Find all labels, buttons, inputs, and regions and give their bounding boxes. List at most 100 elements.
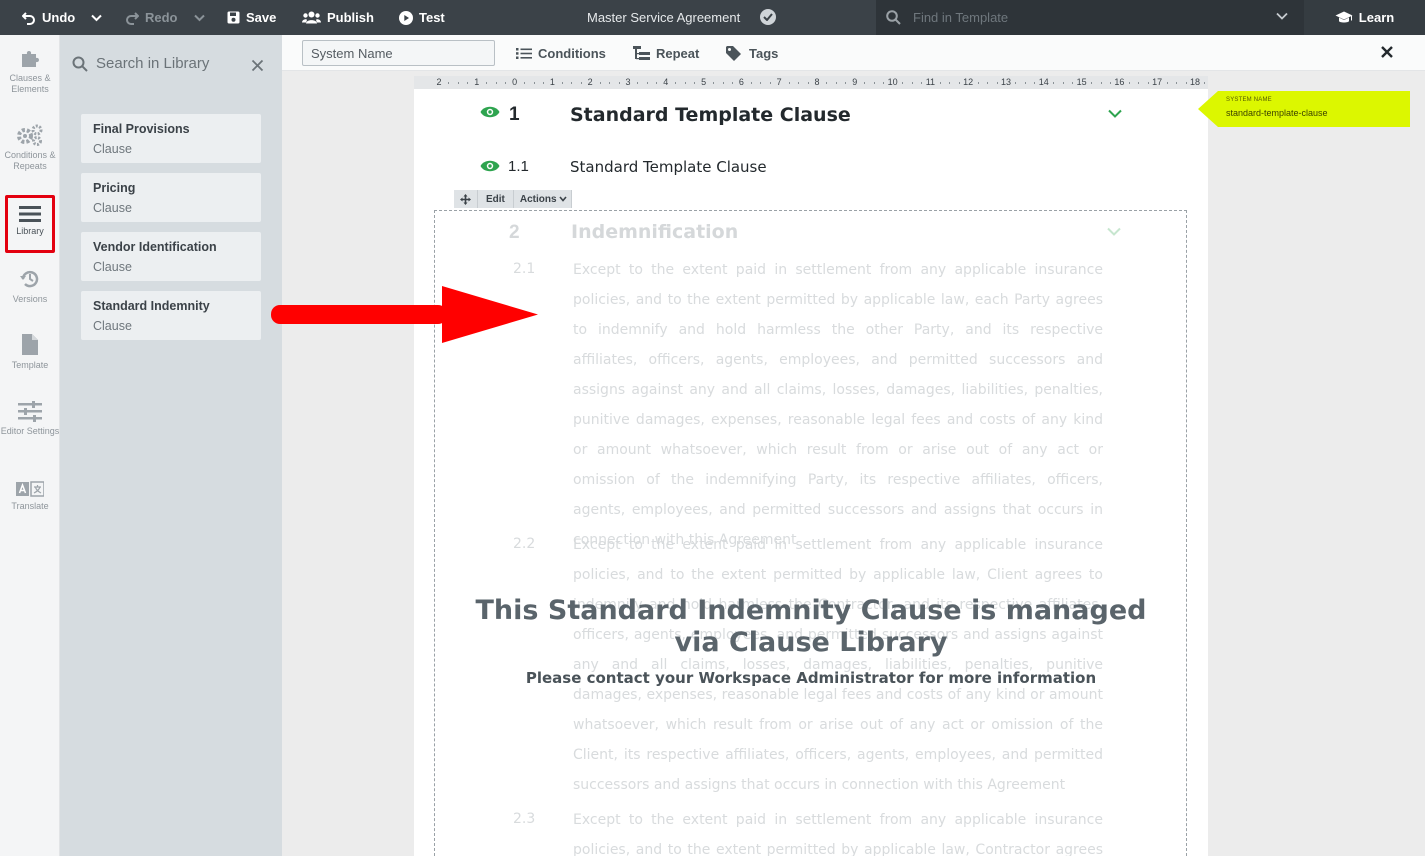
library-managed-notice-subtitle: Please contact your Workspace Administra…	[525, 669, 1097, 687]
eye-icon[interactable]	[480, 106, 500, 118]
tags-button[interactable]: Tags	[726, 35, 778, 71]
ruler-minor-tick	[571, 82, 573, 84]
redo-icon	[126, 11, 139, 25]
undo-dropdown-chevron-icon[interactable]	[91, 14, 102, 22]
system-name-input[interactable]: System Name	[302, 40, 495, 66]
subclause-number: 2.1	[513, 261, 536, 277]
hamburger-menu-icon	[19, 206, 41, 222]
ruler-label: 1	[549, 77, 555, 87]
chevron-down-icon	[558, 196, 567, 202]
search-icon	[886, 10, 901, 25]
ruler-minor-tick	[457, 82, 459, 84]
move-handle[interactable]	[454, 190, 478, 208]
rail-template[interactable]: Template	[0, 333, 60, 371]
library-item-standard-indemnity[interactable]: Standard Indemnity Clause	[81, 291, 261, 340]
clause-title[interactable]: Standard Template Clause	[570, 104, 851, 126]
ruler-minor-tick	[684, 82, 686, 84]
actions-button[interactable]: Actions	[513, 190, 572, 208]
rail-conditions-repeats[interactable]: Conditions & Repeats	[0, 124, 60, 172]
undo-button[interactable]: Undo	[22, 0, 108, 35]
find-input[interactable]: Find in Template	[913, 0, 1008, 35]
red-arrow-annotation	[271, 286, 538, 343]
test-button[interactable]: Test	[399, 0, 445, 35]
chevron-down-icon[interactable]	[1276, 12, 1288, 20]
subclause-text: Except to the extent paid in settlement …	[573, 262, 1103, 548]
library-item-vendor-identification[interactable]: Vendor Identification Clause	[81, 232, 261, 281]
ruler-label: 13	[1000, 77, 1012, 87]
ruler-label: 1	[474, 77, 480, 87]
eye-icon[interactable]	[480, 160, 500, 172]
ruler-minor-tick	[694, 82, 696, 84]
library-item-pricing[interactable]: Pricing Clause	[81, 173, 261, 222]
play-circle-icon	[399, 10, 413, 25]
ruler-label: 15	[1076, 77, 1087, 87]
chevron-down-icon[interactable]	[1108, 109, 1122, 118]
close-icon[interactable]	[251, 59, 264, 72]
puzzle-piece-icon	[22, 51, 39, 67]
ruler-minor-tick	[760, 82, 762, 84]
ruler-label: 8	[814, 77, 820, 87]
ruler-minor-tick	[788, 82, 790, 84]
ruler-minor-tick	[580, 82, 582, 84]
ruler-minor-tick	[845, 82, 847, 84]
ruler-minor-tick	[675, 82, 677, 84]
ruler-minor-tick	[977, 82, 979, 84]
rail-library[interactable]: Library	[5, 195, 55, 253]
edit-button[interactable]: Edit	[478, 190, 514, 208]
ruler: 2 1 0 1 2 3 4 5 6 7 8 9 10 11 12 13 14 15 16 17 18	[414, 76, 1208, 89]
clause-mini-toolbar: Edit Actions	[454, 190, 572, 208]
ruler-minor-tick	[618, 82, 620, 84]
save-button[interactable]: Save	[227, 0, 276, 35]
redo-label: Redo	[145, 10, 178, 25]
learn-button[interactable]: Learn	[1304, 0, 1425, 35]
library-item-final-provisions[interactable]: Final Provisions Clause	[81, 114, 261, 163]
learn-label: Learn	[1358, 10, 1395, 25]
ruler-minor-tick	[505, 82, 507, 84]
ruler-label: 12	[963, 77, 974, 87]
close-icon[interactable]	[1380, 45, 1394, 59]
ruler-label: 9	[852, 77, 858, 87]
ruler-minor-tick	[1204, 82, 1206, 84]
ruler-minor-tick	[722, 82, 724, 84]
ruler-minor-tick	[1138, 82, 1140, 84]
ruler-minor-tick	[448, 82, 450, 84]
users-icon	[302, 11, 321, 24]
redo-button[interactable]: Redo	[125, 0, 211, 35]
ruler-minor-tick	[864, 82, 866, 84]
library-search[interactable]: Search in Library	[72, 55, 209, 72]
conditions-button[interactable]: Conditions	[516, 35, 606, 71]
rail-translate[interactable]: Translate	[0, 481, 60, 512]
left-rail: Clauses & Elements Conditions & Repeats …	[0, 35, 60, 856]
subclause-text[interactable]: Standard Template Clause	[570, 158, 767, 176]
document-page: 1 Standard Template Clause 1.1 Standard …	[414, 89, 1208, 856]
library-search-input[interactable]: Search in Library	[96, 55, 209, 72]
rail-clauses-elements[interactable]: Clauses & Elements	[0, 47, 60, 95]
ruler-minor-tick	[1072, 82, 1074, 84]
redo-dropdown-chevron-icon[interactable]	[193, 14, 205, 22]
ruler-minor-tick	[486, 82, 488, 84]
ruler-label: 3	[625, 77, 631, 87]
repeat-tree-icon	[633, 45, 650, 60]
floppy-disk-icon	[227, 11, 240, 24]
library-panel: Search in Library Final Provisions Claus…	[60, 35, 282, 856]
ruler-label: 5	[701, 77, 707, 87]
ruler-minor-tick	[1176, 82, 1178, 84]
ruler-minor-tick	[495, 82, 497, 84]
list-icon	[516, 47, 532, 59]
repeat-button[interactable]: Repeat	[633, 35, 699, 71]
ruler-label: 10	[887, 77, 898, 87]
ruler-label: 14	[1038, 77, 1049, 87]
ruler-label: 16	[1114, 77, 1125, 87]
ruler-minor-tick	[826, 82, 828, 84]
ruler-minor-tick	[1024, 82, 1026, 84]
subclause-number: 1.1	[508, 158, 529, 175]
ruler-label: 4	[663, 77, 669, 87]
publish-button[interactable]: Publish	[302, 0, 374, 35]
find-in-template[interactable]: Find in Template	[876, 0, 1304, 35]
check-circle-icon	[760, 9, 776, 25]
ruler-minor-tick	[958, 82, 960, 84]
rail-editor-settings[interactable]: Editor Settings	[0, 400, 60, 437]
ruler-minor-tick	[920, 82, 922, 84]
subclause-number: 2.3	[513, 811, 536, 827]
rail-versions[interactable]: Versions	[0, 268, 60, 305]
